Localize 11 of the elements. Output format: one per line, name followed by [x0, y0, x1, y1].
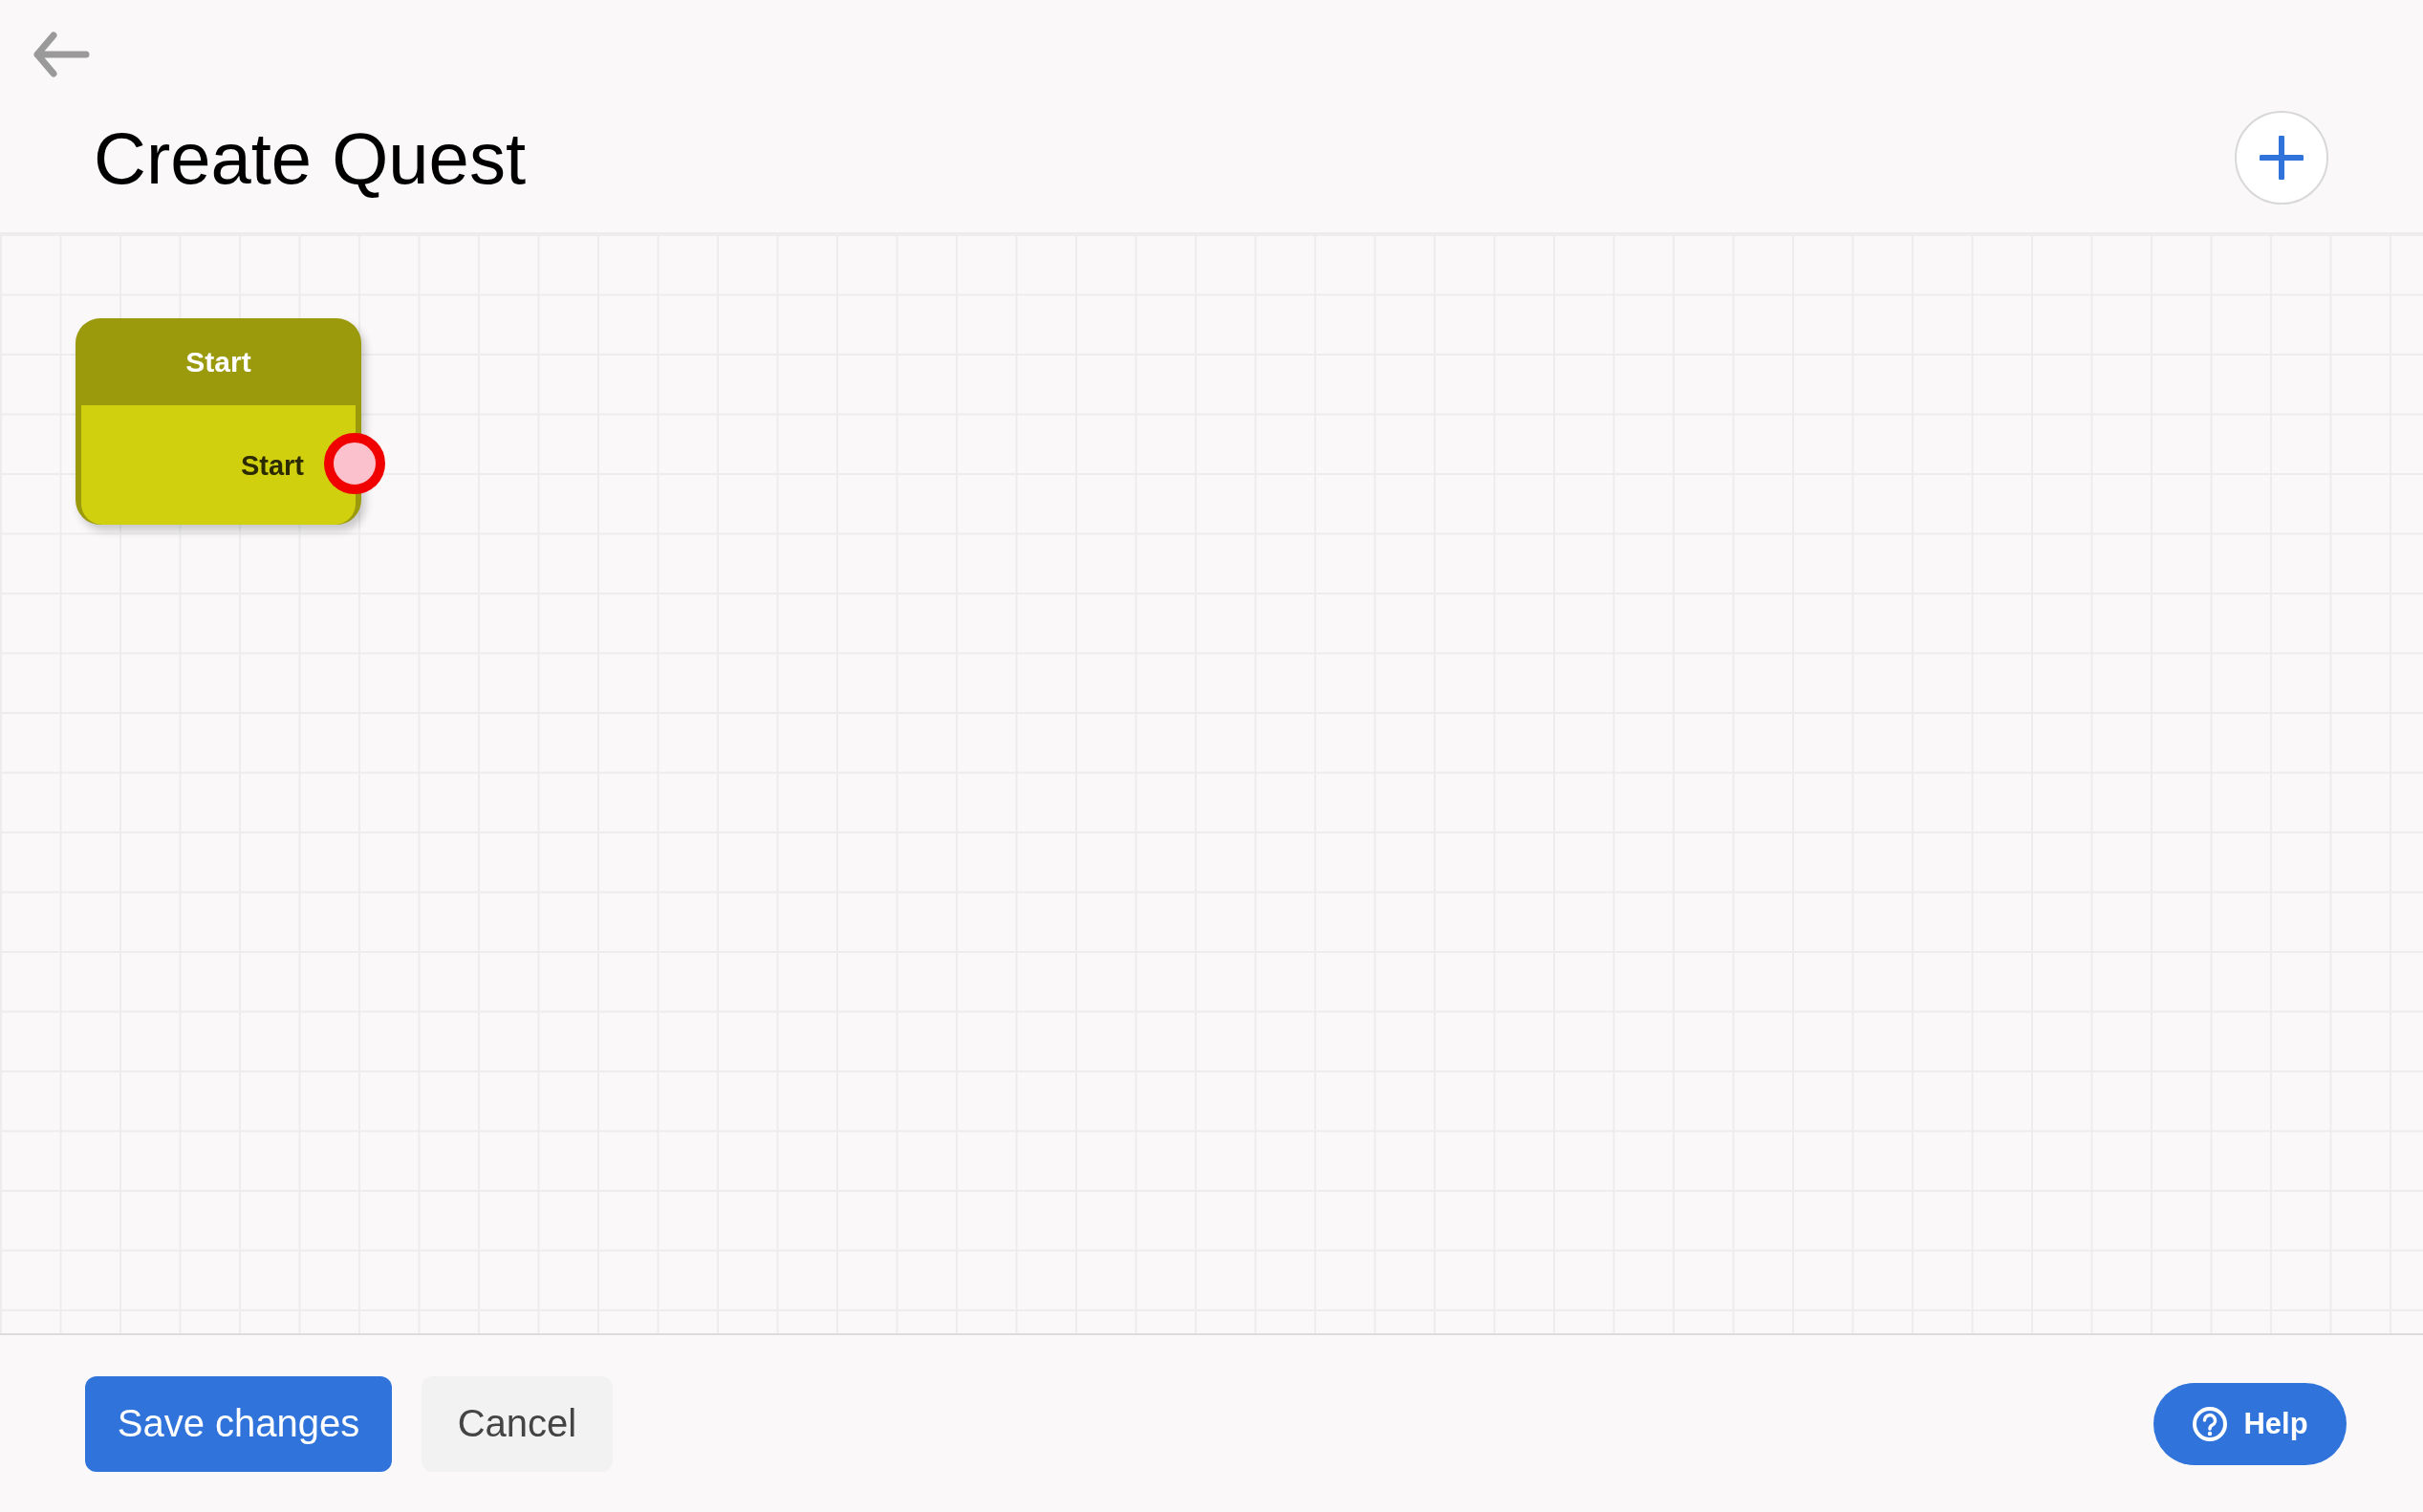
back-arrow-icon: [32, 31, 90, 78]
save-button[interactable]: Save changes: [85, 1375, 392, 1472]
back-button[interactable]: [31, 29, 92, 80]
node-title: Start: [184, 344, 252, 379]
plus-icon: [2260, 136, 2304, 180]
help-icon: [2192, 1405, 2229, 1442]
cancel-button[interactable]: Cancel: [422, 1375, 613, 1472]
page-title: Create Quest: [94, 116, 526, 200]
output-label: Start: [240, 449, 304, 482]
help-button[interactable]: Help: [2153, 1382, 2347, 1465]
flow-node[interactable]: Start Start: [76, 318, 361, 525]
